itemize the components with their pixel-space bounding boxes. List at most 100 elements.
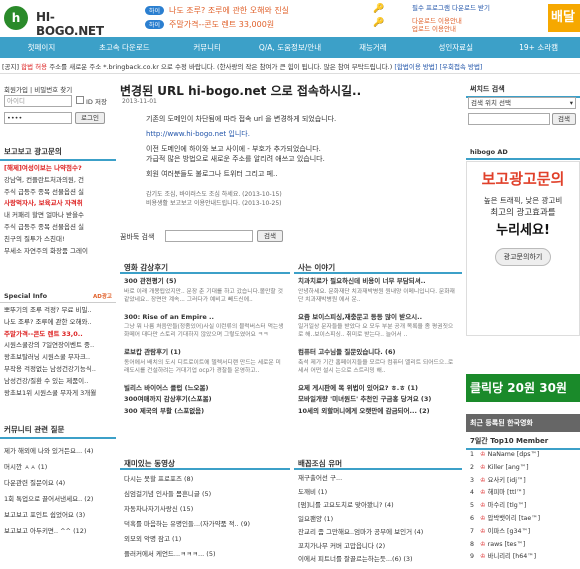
list-item[interactable]: 부작용 걱정없는 남성건강기능식.. — [4, 364, 112, 376]
nav-item-talent[interactable]: 재능거래 — [331, 37, 414, 58]
list-item[interactable]: 도깨비 (1) — [298, 486, 458, 500]
rank-item[interactable]: 3 ♔ 요사키 [idj™] — [466, 475, 580, 488]
save-id-checkbox[interactable] — [76, 96, 84, 104]
section-title[interactable]: 영화 감상후기 — [120, 260, 290, 274]
meta-link[interactable]: 감기도 조심, 바이러스도 조심 하세요. (2013-10-15) — [146, 190, 282, 199]
list-item[interactable]: 제가 해외에 나와 있거든요... (4) — [4, 443, 112, 459]
list-item[interactable]: 외모외 악명 잠고 (1) — [124, 532, 286, 547]
list-item[interactable]: 빌리스 바이어스 클럽 (느오봄) — [124, 383, 286, 395]
list-item[interactable]: 주식 급등주 종목 선물옵션 실 — [4, 187, 112, 199]
rank-item[interactable]: 9 ♔ 바니리리 [h64™] — [466, 551, 580, 564]
list-item[interactable]: 치과치료가 필요하신데 비용이 너무 부담되셔.. — [298, 276, 458, 288]
nav-item-adult[interactable]: 성인자료실 — [414, 37, 497, 58]
login-button[interactable]: 로그인 — [75, 112, 105, 124]
list-item[interactable]: 꼬치가나무 커버 고맙읍니다 (2) — [298, 540, 458, 554]
list-item[interactable]: 300여매까지 감상후기(스포봄) — [124, 394, 286, 406]
list-item[interactable]: 로보캅 관람후기 (1) — [124, 347, 286, 359]
list-item[interactable]: 300 관전평기 (5) — [124, 276, 286, 288]
promo-link-1[interactable]: 하이 나도 조루? 조루에 관한 오해와 진실 — [145, 5, 289, 16]
list-item[interactable]: 1회 톡업으로 끌어서낸세요.. (2) — [4, 491, 112, 507]
id-input[interactable]: 아이디 — [4, 95, 72, 107]
rank-item[interactable]: 1 ♔ NaName [dps™] — [466, 449, 580, 462]
list-item[interactable]: 시원스쿨강의 7일연장이벤트 중.. — [4, 340, 112, 352]
list-item[interactable]: 자동차나자기사랑신 (15) — [124, 502, 286, 517]
list-item[interactable]: 왕초보1위 시원스쿨 무자게 3개월 — [4, 388, 112, 400]
list-item[interactable]: 요제 게시판에 목 위법이 있어요? ㅎ.ㅎ (1) — [298, 383, 458, 395]
meta-link[interactable]: 비용생활 보고보고 이용안내드립니다. (2013-10-25) — [146, 199, 282, 208]
list-item[interactable]: 주식 급등주 종목 선물옵션 실 — [4, 222, 112, 234]
nav-item-community[interactable]: 커뮤니티 — [166, 37, 249, 58]
list-item[interactable]: 주말가격--콘도 렌트 33,0.. — [4, 329, 112, 341]
left-ad-title: 보고보고 광고문의 — [0, 144, 116, 161]
member-name: 압박뱃이리 [tae™] — [487, 514, 541, 522]
list-item[interactable]: 다운관련 질문이요 (4) — [4, 475, 112, 491]
list-item-summary: 안녕하세요. 문화재단 치과재박병원 원내양 이메니입니다. 문화재단 치과재박… — [298, 288, 455, 303]
list-item[interactable]: 요즘 보이스피싱,재충문고 등등 많이 받으시.. — [298, 312, 458, 324]
list-item[interactable]: 잔교리 좀 그만해요..엄마가 공부에 보인거 (4) — [298, 526, 458, 540]
list-item[interactable]: 모바일개량 '미녀원드' 추천인 구금홍 당겨요 (3) — [298, 394, 458, 406]
list-item[interactable]: 남성건강/질환 수 있는 제품이.. — [4, 376, 112, 388]
rank-item[interactable]: 8 ♔ raws [tes™] — [466, 539, 580, 552]
list-item[interactable]: 왕초보탈러닝 시원스쿨 무자크.. — [4, 352, 112, 364]
recent-movies-title[interactable]: 최근 등록된 한국영화 — [466, 414, 580, 432]
list-item[interactable]: 뽀뚜기의 조루 걱정? 무료 비밀.. — [4, 305, 112, 317]
rank-item[interactable]: 6 ♔ 압박뱃이리 [tae™] — [466, 513, 580, 526]
list-item[interactable]: 머시깐 ㅅㅅ (1) — [4, 459, 112, 475]
header-ad-banner[interactable]: 배달 — [548, 4, 580, 32]
list-item[interactable]: 덕혹를 마음하는 유명인들...(자가약품 적.. (9) — [124, 517, 286, 532]
nav-item-download[interactable]: 초고속 다운로드 — [83, 37, 166, 58]
special-info-list: 뽀뚜기의 조루 걱정? 무료 비밀.. 나도 조루? 조루에 관한 오해와.. … — [0, 303, 116, 401]
bypass-link[interactable]: [우회접속 방법] — [439, 63, 482, 71]
rank-number: 3 — [470, 476, 475, 484]
list-item[interactable]: 이에서 피트너를 잘끌르는하는듯...(6) (3) — [298, 553, 458, 567]
list-item[interactable]: 10세의 외할머니에게 오랫만에 감금되어... (2) — [298, 406, 458, 418]
nav-item-qa[interactable]: Q/A, 도움정보/안내 — [249, 37, 332, 58]
password-input[interactable]: •••• — [4, 112, 72, 124]
list-item[interactable]: 다시는 못할 프로포즈 (8) — [124, 472, 286, 487]
upload-guide-link[interactable]: 업로드 이용안내 — [412, 23, 456, 33]
nav-item-home[interactable]: 첫페이지 — [0, 37, 83, 58]
rank-item[interactable]: 2 ♔ Killer [ang™] — [466, 462, 580, 475]
right-search-input[interactable] — [468, 113, 550, 125]
promo-link-2[interactable]: 하이 주말가격--콘도 렌트 33,000원 — [145, 19, 274, 30]
rank-item[interactable]: 4 ♔ 해피마 [ttl™] — [466, 487, 580, 500]
list-item[interactable]: 나도 조루? 조루에 관한 오해와.. — [4, 317, 112, 329]
cpc-ad-banner[interactable]: 클릭당 20원 30원 — [466, 374, 580, 402]
list-item[interactable]: 플러커에서 케언드...ㅋㅋㅋ... (5) — [124, 547, 286, 562]
list-item[interactable]: 무세소 자연주의 화장품 그레이 — [4, 246, 112, 258]
board-search-input[interactable] — [165, 230, 253, 242]
article-url-link[interactable]: http://www.hi-bogo.net 입니다. — [146, 129, 446, 139]
list-item[interactable]: 친구의 질투가 스친대! — [4, 234, 112, 246]
search-location-select[interactable]: 검색 위치 선택 ▾ — [468, 97, 576, 109]
download-program-link[interactable]: 필수 프로그램 다운로드 받기 — [412, 2, 490, 12]
list-item-summary: 일거일상 문자들을 받았다 요 모두 부분 공개 목록을 좀 평권짓으로 해..… — [298, 324, 454, 338]
list-item[interactable]: 일요팬양 (1) — [298, 513, 458, 527]
list-item[interactable]: [해제]여성이보는 나약점수? — [4, 163, 112, 175]
article-title[interactable]: 변경된 URL hi-bogo.net 으로 접속하시길.. — [120, 82, 361, 99]
list-item[interactable]: [펌]니를 고요도치로 맞아봤니? (4) — [298, 499, 458, 513]
ad-inquiry-banner[interactable]: 보고광고문의 높은 트래픽, 낮은 광고비 최고의 광고효과를 누리세요! 광고… — [466, 161, 580, 336]
list-item[interactable]: 300: Rise of an Empire .. — [124, 312, 286, 324]
list-item[interactable]: 내 커패리 할면 얼마나 받을수 — [4, 210, 112, 222]
list-item[interactable]: 강남역, 컨플란트처과의원, 건 — [4, 175, 112, 187]
list-item[interactable]: 보고보고 아두키면.. ^^ (12) — [4, 523, 112, 539]
ad-inquiry-button[interactable]: 광고문의하기 — [494, 248, 552, 266]
right-search-button[interactable]: 검색 — [552, 113, 576, 125]
section-title[interactable]: 재미있는 동영상 — [120, 456, 290, 470]
list-item[interactable]: 재구출어선 구... — [298, 472, 458, 486]
list-item[interactable]: 컴퓨터 고수님들 질문있습니다. (6) — [298, 347, 458, 359]
site-logo[interactable]: h HI-BOGO.NET — [4, 6, 114, 38]
rank-item[interactable]: 7 ♔ 이파스 [g34™] — [466, 526, 580, 539]
nav-item-cam[interactable]: 19+ 소라캠 — [497, 37, 580, 58]
board-search-button[interactable]: 검색 — [257, 230, 283, 242]
life-story-list: 치과치료가 필요하신데 비용이 너무 부담되셔.. 안녕하세요. 문화재단 치과… — [294, 274, 462, 419]
list-item[interactable]: 심엄걸기념 인사들 몸흔니글 (5) — [124, 487, 286, 502]
list-item[interactable]: 300 제국의 부활 (스포없음) — [124, 406, 286, 418]
section-title[interactable]: 사는 이야기 — [294, 260, 462, 274]
section-title[interactable]: 배꼽조심 유머 — [294, 456, 462, 470]
legal-usage-link[interactable]: [합법이용 방법] — [394, 63, 437, 71]
rank-item[interactable]: 5 ♔ 마수리 [tlg™] — [466, 500, 580, 513]
list-item[interactable]: 보고보고 포인트 쉽었어요 (3) — [4, 507, 112, 523]
list-item[interactable]: 사랑먹자사, 보육교사 자격취 — [4, 198, 112, 210]
login-title[interactable]: 회원가입 | 비밀번호 찾기 — [4, 84, 72, 94]
